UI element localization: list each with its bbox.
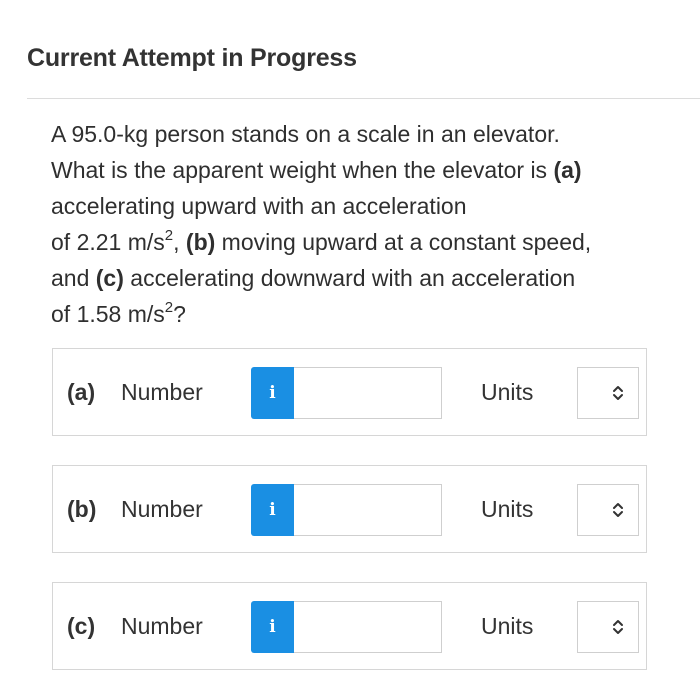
- info-icon-glyph: i: [269, 383, 276, 403]
- number-label: Number: [121, 613, 203, 639]
- units-select-b[interactable]: [577, 484, 639, 536]
- units-select-c[interactable]: [577, 601, 639, 653]
- question-text-span: accelerating downward with an accelerati…: [123, 265, 576, 291]
- chevron-up-down-icon: [613, 503, 623, 517]
- units-label: Units: [481, 379, 534, 405]
- question-text-span: and: [51, 265, 96, 291]
- number-label: Number: [121, 379, 203, 405]
- part-c-tag: (c): [95, 265, 124, 291]
- info-icon[interactable]: i: [251, 484, 294, 536]
- question-text-span: ?: [173, 301, 186, 327]
- question-line-6: of 1.58 m/s2?: [51, 296, 651, 332]
- units-select-a[interactable]: [577, 367, 639, 419]
- question-text: A 95.0-kg person stands on a scale in an…: [51, 116, 651, 332]
- question-line-1: A 95.0-kg person stands on a scale in an…: [51, 121, 560, 147]
- exponent: 2: [164, 299, 174, 317]
- info-icon[interactable]: i: [251, 601, 294, 653]
- answer-row-c: (c) Number i Units: [52, 582, 647, 670]
- info-icon-glyph: i: [269, 500, 276, 520]
- question-text-span: moving upward at a constant speed,: [215, 229, 592, 255]
- page-title: Current Attempt in Progress: [27, 44, 357, 72]
- part-label: (c): [67, 613, 96, 639]
- question-line-5: and (c) accelerating downward with an ac…: [51, 260, 651, 296]
- answer-row-b: (b) Number i Units: [52, 465, 647, 553]
- question-text-span: ,: [173, 229, 186, 255]
- part-b-tag: (b): [185, 229, 216, 255]
- question-text-span: of 2.21 m/s: [51, 229, 165, 255]
- question-line-2: What is the apparent weight when the ele…: [51, 152, 651, 188]
- question-text-span: What is the apparent weight when the ele…: [51, 157, 554, 183]
- units-label: Units: [481, 613, 534, 639]
- chevron-up-down-icon: [613, 386, 623, 400]
- part-a-tag: (a): [553, 157, 582, 183]
- number-input-b[interactable]: [294, 484, 442, 536]
- chevron-up-down-icon: [613, 620, 623, 634]
- answer-row-a: (a) Number i Units: [52, 348, 647, 436]
- question-line-4: of 2.21 m/s2, (b) moving upward at a con…: [51, 224, 651, 260]
- number-input-a[interactable]: [294, 367, 442, 419]
- part-label: (b): [67, 496, 97, 522]
- header-divider: [27, 98, 700, 99]
- units-label: Units: [481, 496, 534, 522]
- question-line-3: accelerating upward with an acceleration: [51, 193, 467, 219]
- question-text-span: of 1.58 m/s: [51, 301, 165, 327]
- exponent: 2: [164, 227, 174, 245]
- number-input-c[interactable]: [294, 601, 442, 653]
- part-label: (a): [67, 379, 96, 405]
- info-icon-glyph: i: [269, 617, 276, 637]
- number-label: Number: [121, 496, 203, 522]
- info-icon[interactable]: i: [251, 367, 294, 419]
